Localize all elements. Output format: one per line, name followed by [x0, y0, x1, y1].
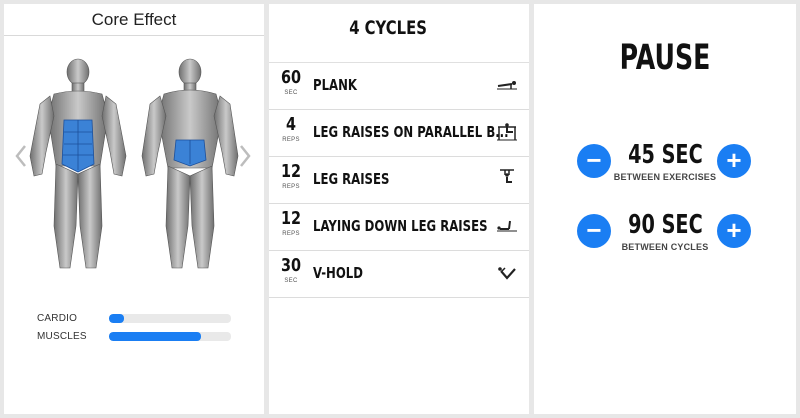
exercise-count-value: 12: [280, 161, 302, 182]
parallel-bars-icon: [497, 123, 517, 141]
muscles-fill: [109, 332, 201, 341]
exercise-count: 12 REPS: [278, 208, 304, 238]
hanging-leg-raise-icon: [500, 169, 514, 183]
exercise-count-value: 12: [280, 208, 302, 229]
cycle-pause-caption: BETWEEN CYCLES: [621, 242, 709, 252]
exercise-name: LEG RAISES: [313, 170, 390, 188]
exercise-count-unit: REPS: [282, 137, 300, 143]
cardio-fill: [109, 314, 124, 323]
exercise-name: V-HOLD: [313, 264, 363, 282]
cycles-title: 4 CYCLES: [349, 17, 427, 39]
minus-icon: −: [586, 215, 602, 245]
plank-icon: [497, 81, 517, 90]
exercise-pause-caption: BETWEEN EXERCISES: [613, 172, 717, 182]
exercise-name: LEG RAISES ON PARALLEL B...: [313, 123, 509, 141]
exercise-count-value: 30: [280, 255, 302, 276]
workout-panel: Core Effect CARDIO MUSCLES: [4, 4, 264, 414]
exercise-row[interactable]: 30 SEC V-HOLD: [269, 251, 529, 298]
cardio-meter: CARDIO: [37, 313, 237, 325]
decrease-cycle-pause-button[interactable]: −: [577, 214, 611, 248]
exercise-count: 30 SEC: [278, 255, 304, 285]
muscle-map: [29, 58, 239, 269]
exercise-count-unit: SEC: [284, 90, 298, 96]
exercise-name: LAYING DOWN LEG RAISES: [313, 217, 488, 235]
exercise-count-value: 4: [285, 114, 297, 135]
workout-title: Core Effect: [4, 4, 264, 36]
exercise-row[interactable]: 4 REPS LEG RAISES ON PARALLEL B...: [269, 110, 529, 157]
muscles-track: [109, 332, 231, 341]
abs-highlight: [61, 119, 95, 173]
exercise-count-unit: REPS: [282, 231, 300, 237]
v-hold-icon: [498, 267, 516, 280]
exercise-name: PLANK: [313, 76, 357, 94]
pause-header: PAUSE: [534, 38, 796, 78]
muscles-label: MUSCLES: [37, 331, 87, 342]
cycles-panel: 4 CYCLES 60 SEC PLANK 4 REPS LEG RAISES …: [269, 4, 529, 414]
cycle-pause-value: 90 SEC: [627, 210, 703, 240]
cardio-track: [109, 314, 231, 323]
exercise-row[interactable]: 60 SEC PLANK: [269, 62, 529, 110]
plus-icon: +: [726, 215, 742, 245]
lower-back-highlight: [173, 139, 207, 167]
cardio-label: CARDIO: [37, 313, 78, 324]
lying-leg-raise-icon: [497, 220, 517, 232]
exercise-pause-value-box: 45 SEC: [614, 140, 716, 170]
increase-cycle-pause-button[interactable]: +: [717, 214, 751, 248]
exercise-count-value: 60: [280, 67, 302, 88]
cycles-header: 4 CYCLES: [269, 4, 529, 50]
exercise-count-unit: REPS: [282, 184, 300, 190]
exercise-count: 60 SEC: [278, 67, 304, 97]
exercise-count: 12 REPS: [278, 161, 304, 191]
cycle-pause-timer: − 90 SEC BETWEEN CYCLES +: [534, 210, 796, 260]
exercise-row[interactable]: 12 REPS LAYING DOWN LEG RAISES: [269, 204, 529, 251]
decrease-exercise-pause-button[interactable]: −: [577, 144, 611, 178]
muscles-meter: MUSCLES: [37, 331, 237, 343]
exercise-pause-value: 45 SEC: [627, 140, 703, 170]
exercise-row[interactable]: 12 REPS LEG RAISES: [269, 157, 529, 204]
minus-icon: −: [586, 145, 602, 175]
exercise-pause-timer: − 45 SEC BETWEEN EXERCISES +: [534, 140, 796, 190]
pause-panel: PAUSE − 45 SEC BETWEEN EXERCISES + − 90 …: [534, 4, 796, 414]
plus-icon: +: [726, 145, 742, 175]
increase-exercise-pause-button[interactable]: +: [717, 144, 751, 178]
exercise-count: 4 REPS: [278, 114, 304, 144]
pause-title: PAUSE: [619, 38, 711, 78]
cycle-pause-value-box: 90 SEC: [614, 210, 716, 240]
exercise-list: 60 SEC PLANK 4 REPS LEG RAISES ON PARALL…: [269, 62, 529, 298]
exercise-count-unit: SEC: [284, 278, 298, 284]
